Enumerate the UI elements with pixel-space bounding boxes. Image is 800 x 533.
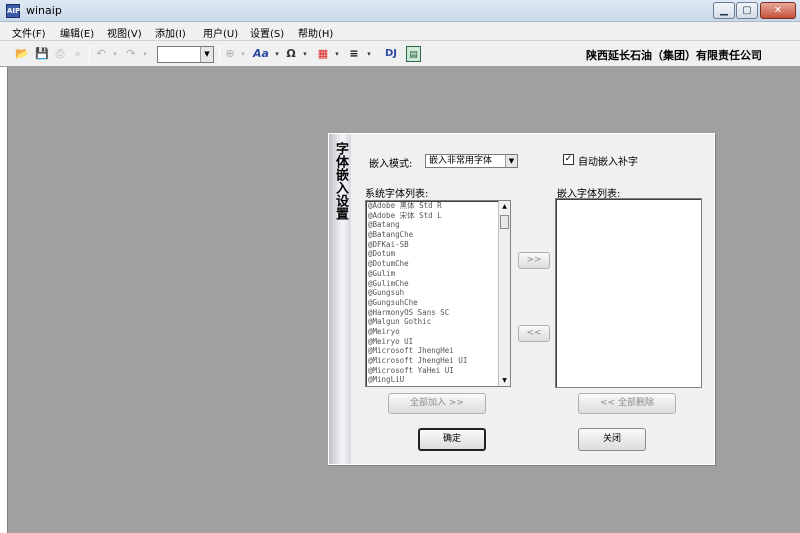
open-folder-icon[interactable]: 📂 — [14, 46, 30, 62]
menu-edit[interactable]: 编辑(E) — [60, 25, 94, 40]
font-list-scrollbar[interactable]: ▲ ▼ — [498, 201, 510, 386]
font-style-icon[interactable]: Aa — [252, 46, 270, 62]
menu-view[interactable]: 视图(V) — [107, 25, 142, 40]
font-list-item[interactable]: @Gulim — [366, 269, 510, 279]
undo-dropdown-icon[interactable]: ▾ — [110, 46, 120, 62]
font-list-item[interactable]: @Microsoft JhengHei — [366, 346, 510, 356]
ok-button[interactable]: 确定 — [418, 428, 486, 451]
font-list-item[interactable]: @Dotum — [366, 249, 510, 259]
zoom-in-icon[interactable]: ⊕ — [223, 46, 237, 62]
line-style-icon[interactable]: ≡ — [346, 46, 362, 62]
font-embed-dialog: 字体嵌入设置 嵌入模式: 嵌入非常用字体 ▼ ✓ 自动嵌入补字 系统字体列表: … — [328, 133, 715, 465]
font-rows: @Adobe 黑体 Std R @Adobe 宋体 Std L @Batang @Ba… — [366, 201, 510, 385]
font-dropdown-icon[interactable]: ▾ — [272, 46, 282, 62]
embedded-font-list[interactable] — [555, 198, 702, 388]
remove-all-button[interactable]: << 全部删除 — [578, 393, 676, 414]
line-dropdown-icon[interactable]: ▾ — [364, 46, 374, 62]
chevron-down-icon[interactable]: ▼ — [200, 47, 213, 62]
dialog-title: 字体嵌入设置 — [333, 142, 348, 220]
find-icon[interactable]: ⌕ — [70, 46, 86, 62]
font-list-item[interactable]: @GulimChe — [366, 279, 510, 289]
auto-embed-label: 自动嵌入补字 — [578, 157, 638, 168]
font-list-item[interactable]: @DFKai-SB — [366, 240, 510, 250]
save-icon[interactable]: 💾 — [34, 46, 50, 62]
maximize-button[interactable]: ▢ — [736, 2, 758, 19]
embed-mode-select[interactable]: 嵌入非常用字体 ▼ — [425, 154, 518, 168]
app-icon[interactable]: AIP — [6, 4, 20, 18]
font-list-item[interactable]: @Batang — [366, 220, 510, 230]
scroll-up-icon[interactable]: ▲ — [499, 201, 510, 212]
font-list-item[interactable]: @BatangChe — [366, 230, 510, 240]
redo-icon[interactable]: ↷ — [124, 46, 138, 62]
close-window-button[interactable]: ✕ — [760, 2, 796, 19]
font-list-item[interactable]: @DotumChe — [366, 259, 510, 269]
auto-embed-checkbox[interactable]: ✓ — [563, 154, 574, 165]
zoom-combo[interactable]: ▼ — [157, 46, 214, 63]
color-grid-icon[interactable]: ▦ — [316, 46, 330, 62]
symbol-dropdown-icon[interactable]: ▾ — [300, 46, 310, 62]
menu-bar: 文件(F) 编辑(E) 视图(V) 添加(I) 用户(U) 设置(S) 帮助(H… — [0, 22, 800, 41]
system-font-list[interactable]: @Adobe 黑体 Std R @Adobe 宋体 Std L @Batang @Ba… — [365, 200, 511, 387]
mode-label: 嵌入模式: — [369, 159, 413, 170]
window-title: winaip — [26, 4, 62, 17]
document-icon[interactable]: ▤ — [406, 46, 421, 62]
scroll-down-icon[interactable]: ▼ — [499, 375, 510, 386]
minimize-button[interactable]: ▁ — [713, 2, 735, 19]
font-list-item[interactable]: @Adobe 黑体 Std R — [366, 201, 510, 211]
font-list-item[interactable]: @Microsoft JhengHei UI — [366, 356, 510, 366]
color-dropdown-icon[interactable]: ▾ — [332, 46, 342, 62]
dialog-side-banner: 字体嵌入设置 — [329, 134, 351, 464]
chevron-down-icon[interactable]: ▼ — [505, 155, 517, 167]
font-list-item[interactable]: @Meiryo UI — [366, 337, 510, 347]
menu-file[interactable]: 文件(F) — [12, 25, 46, 40]
toolbar-separator — [219, 46, 220, 62]
menu-user[interactable]: 用户(U) — [203, 25, 238, 40]
add-font-button[interactable]: >> — [518, 252, 550, 269]
font-list-item[interactable]: @HarmonyOS Sans SC — [366, 308, 510, 318]
close-button[interactable]: 关闭 — [578, 428, 646, 451]
title-bar: AIP winaip ▁ ▢ ✕ — [0, 0, 800, 22]
menu-insert[interactable]: 添加(I) — [155, 25, 186, 40]
remove-font-button[interactable]: << — [518, 325, 550, 342]
font-list-item[interactable]: @Adobe 宋体 Std L — [366, 211, 510, 221]
font-list-item[interactable]: @Malgun Gothic — [366, 317, 510, 327]
symbol-icon[interactable]: Ω — [284, 46, 298, 62]
dj-button[interactable]: DJ — [381, 46, 401, 62]
font-list-item[interactable]: @Gungsuh — [366, 288, 510, 298]
font-list-item[interactable]: @Meiryo — [366, 327, 510, 337]
company-name: 陕西延长石油（集团）有限责任公司 — [586, 49, 762, 62]
font-list-item[interactable]: @MingLiU — [366, 375, 510, 385]
undo-icon[interactable]: ↶ — [94, 46, 108, 62]
toolbar-separator — [89, 46, 90, 62]
embed-mode-value: 嵌入非常用字体 — [429, 156, 493, 166]
system-fonts-label: 系统字体列表: — [365, 189, 429, 200]
menu-help[interactable]: 帮助(H) — [298, 25, 333, 40]
add-all-button[interactable]: 全部加入 >> — [388, 393, 486, 414]
redo-dropdown-icon[interactable]: ▾ — [140, 46, 150, 62]
menu-settings[interactable]: 设置(S) — [250, 25, 284, 40]
zoom-dropdown-icon[interactable]: ▾ — [238, 46, 248, 62]
font-list-item[interactable]: @Microsoft YaHei UI — [366, 366, 510, 376]
print-icon[interactable]: ⎙ — [52, 46, 68, 62]
font-list-item[interactable]: @GungsuhChe — [366, 298, 510, 308]
scroll-thumb[interactable] — [500, 215, 509, 229]
